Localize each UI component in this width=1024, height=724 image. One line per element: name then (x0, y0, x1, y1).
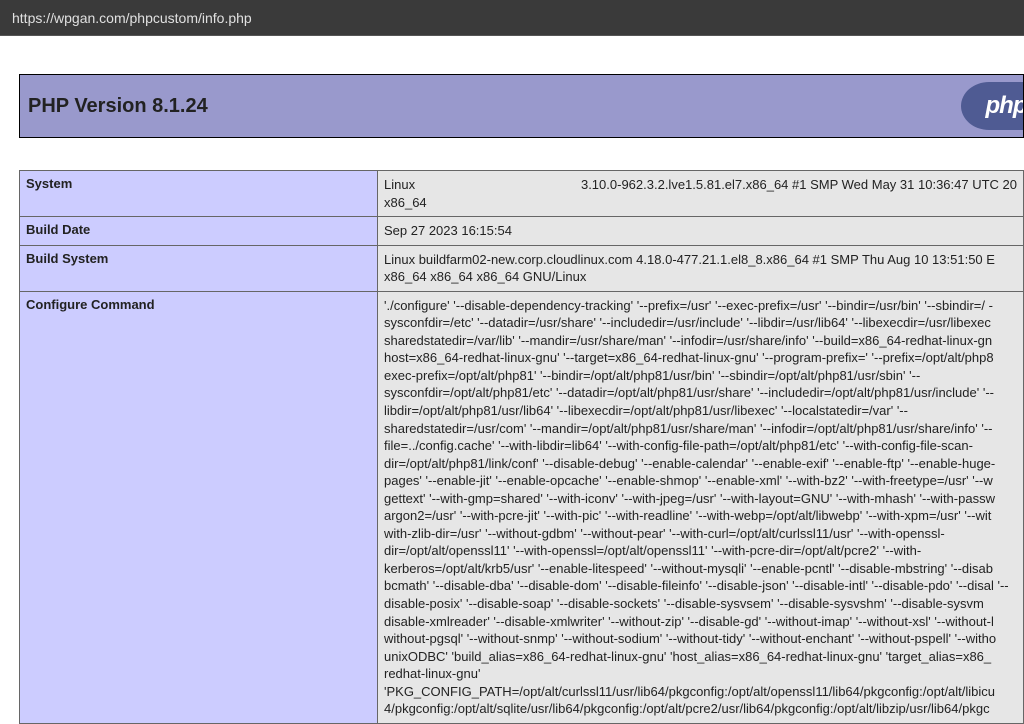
system-arch: x86_64 (384, 194, 1017, 212)
php-logo-text: php (986, 92, 1024, 120)
table-row: Configure Command './configure' '--disab… (20, 291, 1024, 723)
browser-address-bar[interactable]: https://wpgan.com/phpcustom/info.php (0, 0, 1024, 36)
row-label-system: System (20, 171, 378, 217)
php-logo-icon: php (961, 82, 1024, 130)
table-row: System Linux 3.10.0-962.3.2.lve1.5.81.el… (20, 171, 1024, 217)
row-label-configure: Configure Command (20, 291, 378, 723)
php-header: PHP Version 8.1.24 php (19, 74, 1024, 138)
url-text: https://wpgan.com/phpcustom/info.php (12, 10, 252, 26)
spacer (0, 36, 1024, 74)
row-label-build-system: Build System (20, 245, 378, 291)
system-os: Linux (384, 176, 415, 194)
system-kernel: 3.10.0-962.3.2.lve1.5.81.el7.x86_64 #1 S… (581, 176, 1017, 194)
info-table: System Linux 3.10.0-962.3.2.lve1.5.81.el… (19, 170, 1024, 724)
row-label-build-date: Build Date (20, 217, 378, 246)
table-row: Build System Linux buildfarm02-new.corp.… (20, 245, 1024, 291)
row-value-build-date: Sep 27 2023 16:15:54 (378, 217, 1024, 246)
row-value-build-system: Linux buildfarm02-new.corp.cloudlinux.co… (378, 245, 1024, 291)
row-value-configure: './configure' '--disable-dependency-trac… (378, 291, 1024, 723)
table-row: Build Date Sep 27 2023 16:15:54 (20, 217, 1024, 246)
php-version-title: PHP Version 8.1.24 (28, 95, 208, 118)
row-value-system: Linux 3.10.0-962.3.2.lve1.5.81.el7.x86_6… (378, 171, 1024, 217)
page-content: PHP Version 8.1.24 php System Linux 3.10… (0, 74, 1024, 724)
